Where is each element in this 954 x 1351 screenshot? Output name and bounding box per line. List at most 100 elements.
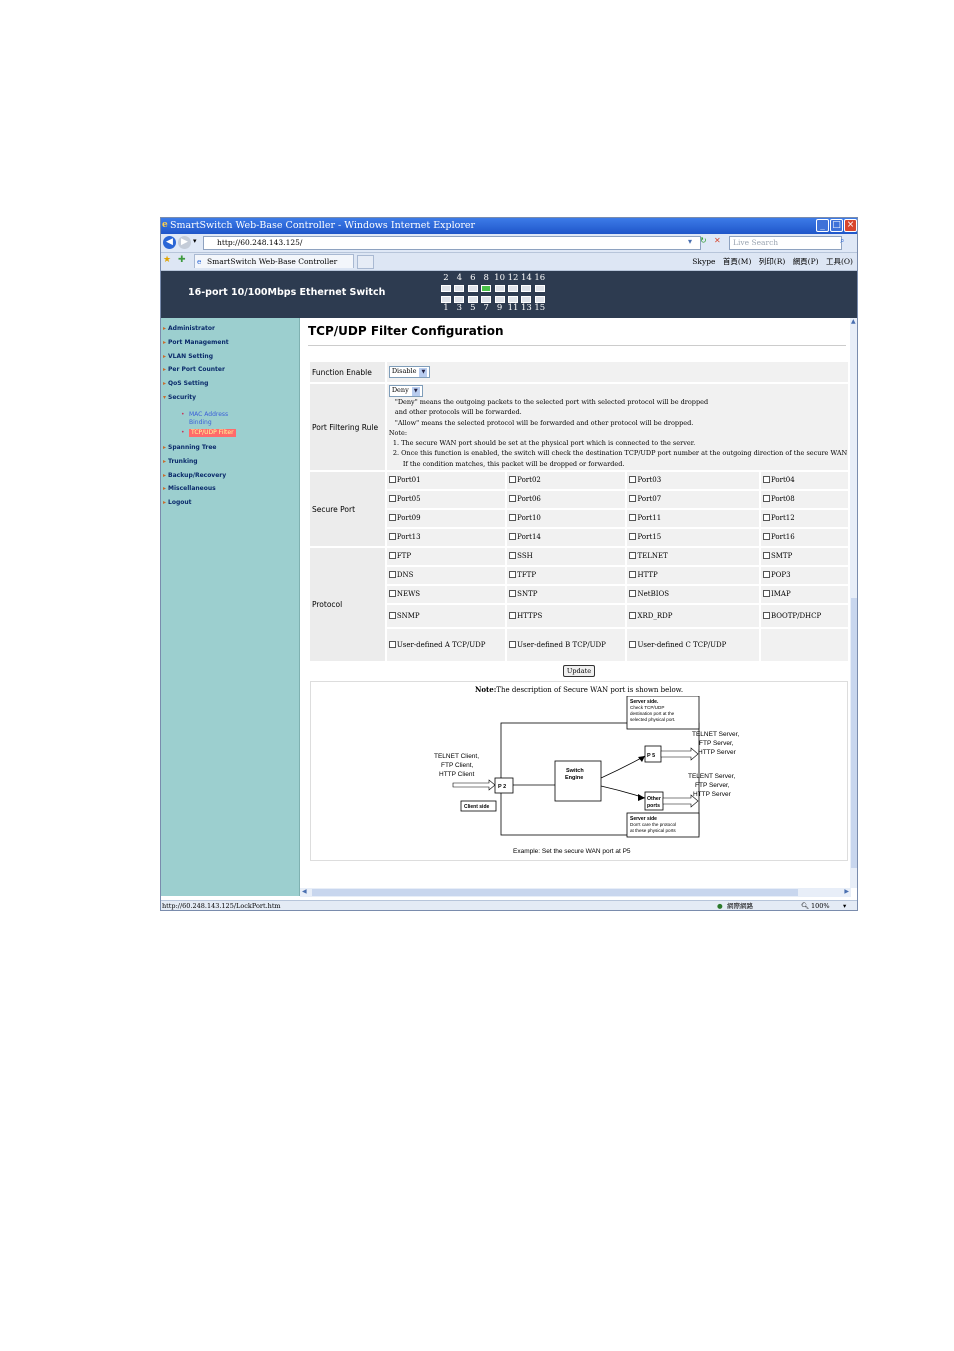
port-led[interactable] [521,296,532,303]
port-led[interactable] [441,285,451,292]
checkbox[interactable] [509,514,517,522]
checkbox[interactable] [388,476,396,484]
port-led[interactable] [467,296,478,303]
checkbox[interactable] [509,476,517,484]
checkbox[interactable] [509,611,517,619]
sidebar-item-administrator[interactable]: ▸ Administrator [163,325,215,332]
favorites-star-icon[interactable]: ★ [163,255,171,265]
port-led[interactable] [494,296,505,303]
checkbox[interactable] [388,495,396,503]
home-button[interactable]: 首頁(M) [723,257,752,266]
page-menu[interactable]: 網頁(P) [793,257,819,266]
checkbox[interactable] [762,476,770,484]
checkbox[interactable] [509,552,517,560]
sidebar-item-miscellaneous[interactable]: ▸ Miscellaneous [163,485,216,492]
horizontal-scrollbar[interactable]: ◀ ▶ [300,888,851,897]
sidebar-item-port-management[interactable]: ▸ Port Management [163,339,229,346]
checkbox[interactable] [762,552,770,560]
checkbox-cell: TFTP [507,567,626,585]
port-led[interactable] [481,285,492,292]
update-button[interactable]: Update [562,665,596,678]
sidebar-item-trunking[interactable]: ▸ Trunking [163,458,198,465]
checkbox[interactable] [509,495,517,503]
checkbox[interactable] [629,495,637,503]
checkbox[interactable] [388,552,396,560]
checkbox[interactable] [762,495,770,503]
checkbox[interactable] [388,640,396,648]
checkbox[interactable] [629,533,637,541]
minimize-button[interactable]: _ [816,219,829,232]
vertical-scrollbar[interactable]: ▲ [850,318,857,888]
search-icon[interactable]: ⌕ [840,236,844,246]
refresh-icon[interactable]: ↻ [700,236,707,245]
zoom-icon: 🔍︎ [801,902,810,910]
port-led[interactable] [534,296,545,303]
checkbox[interactable] [388,533,396,541]
horizontal-scroll-thumb[interactable] [312,889,798,896]
checkbox[interactable] [762,571,770,579]
maximize-button[interactable]: □ [830,219,843,232]
sidebar-item-per-port-counter[interactable]: ▸ Per Port Counter [163,366,225,373]
skype-button[interactable]: Skype [692,257,715,266]
port-led[interactable] [454,285,465,292]
add-favorites-icon[interactable]: ✚ [178,255,186,265]
function-enable-select[interactable]: Disable ▼ [388,366,431,378]
sidebar-item-spanning-tree[interactable]: ▸ Spanning Tree [163,444,216,451]
dropdown-icon[interactable]: ▾ [688,237,692,246]
checkbox[interactable] [509,640,517,648]
scroll-up-icon[interactable]: ▲ [851,318,856,325]
url-input[interactable]: http://60.248.143.125/ [203,236,701,250]
checkbox[interactable] [388,571,396,579]
sidebar-item-logout[interactable]: ▸ Logout [163,499,192,506]
port-led[interactable] [481,296,492,303]
port-filtering-select[interactable]: Deny ▼ [388,385,423,397]
page-title: TCP/UDP Filter Configuration [308,324,504,338]
tools-menu[interactable]: 工具(O) [826,257,853,266]
sidebar-sub-mac-address-binding[interactable]: • MAC Address Binding [181,411,239,427]
sidebar-item-qos-setting[interactable]: ▸ QoS Setting [163,380,208,387]
checkbox[interactable] [629,476,637,484]
sidebar-item-backup-recovery[interactable]: ▸ Backup/Recovery [163,472,226,479]
checkbox[interactable] [762,590,770,598]
checkbox[interactable] [629,552,637,560]
checkbox[interactable] [629,571,637,579]
tab-smartswitch[interactable]: e SmartSwitch Web-Base Controller [194,254,354,268]
zoom-level[interactable]: 100% [811,901,830,910]
checkbox[interactable] [629,590,637,598]
forward-icon[interactable]: ▶ [178,236,191,249]
checkbox[interactable] [629,640,637,648]
checkbox[interactable] [388,514,396,522]
port-led[interactable] [454,296,465,303]
print-button[interactable]: 列印(R) [759,257,786,266]
checkbox[interactable] [388,590,396,598]
port-led[interactable] [508,296,518,303]
stop-icon[interactable]: ✕ [714,236,721,245]
vertical-scroll-thumb[interactable] [851,598,857,868]
chevron-down-icon[interactable]: ▾ [193,237,197,245]
sidebar-item-security[interactable]: ▾ Security [163,394,196,401]
checkbox[interactable] [629,514,637,522]
checkbox[interactable] [762,533,770,541]
port-led[interactable] [494,285,505,292]
checkbox[interactable] [509,571,517,579]
scroll-left-icon[interactable]: ◀ [302,888,307,895]
port-led[interactable] [534,285,545,292]
sidebar-sub-tcp-udp-filter[interactable]: • TCP/UDP Filter [181,429,236,437]
search-input[interactable]: Live Search [729,236,842,250]
port-led[interactable] [521,285,532,292]
back-icon[interactable]: ◀ [163,236,176,249]
port-led[interactable] [467,285,478,292]
scroll-right-icon[interactable]: ▶ [844,888,849,895]
close-button[interactable]: × [844,219,857,232]
checkbox[interactable] [762,514,770,522]
port-led[interactable] [508,285,518,292]
zoom-dropdown-icon[interactable]: ▾ [843,901,846,910]
checkbox[interactable] [509,533,517,541]
port-led[interactable] [441,296,451,303]
checkbox[interactable] [762,611,770,619]
checkbox[interactable] [388,611,396,619]
checkbox[interactable] [629,611,637,619]
checkbox[interactable] [509,590,517,598]
new-tab-button[interactable] [357,255,374,269]
sidebar-item-vlan-setting[interactable]: ▸ VLAN Setting [163,353,213,360]
